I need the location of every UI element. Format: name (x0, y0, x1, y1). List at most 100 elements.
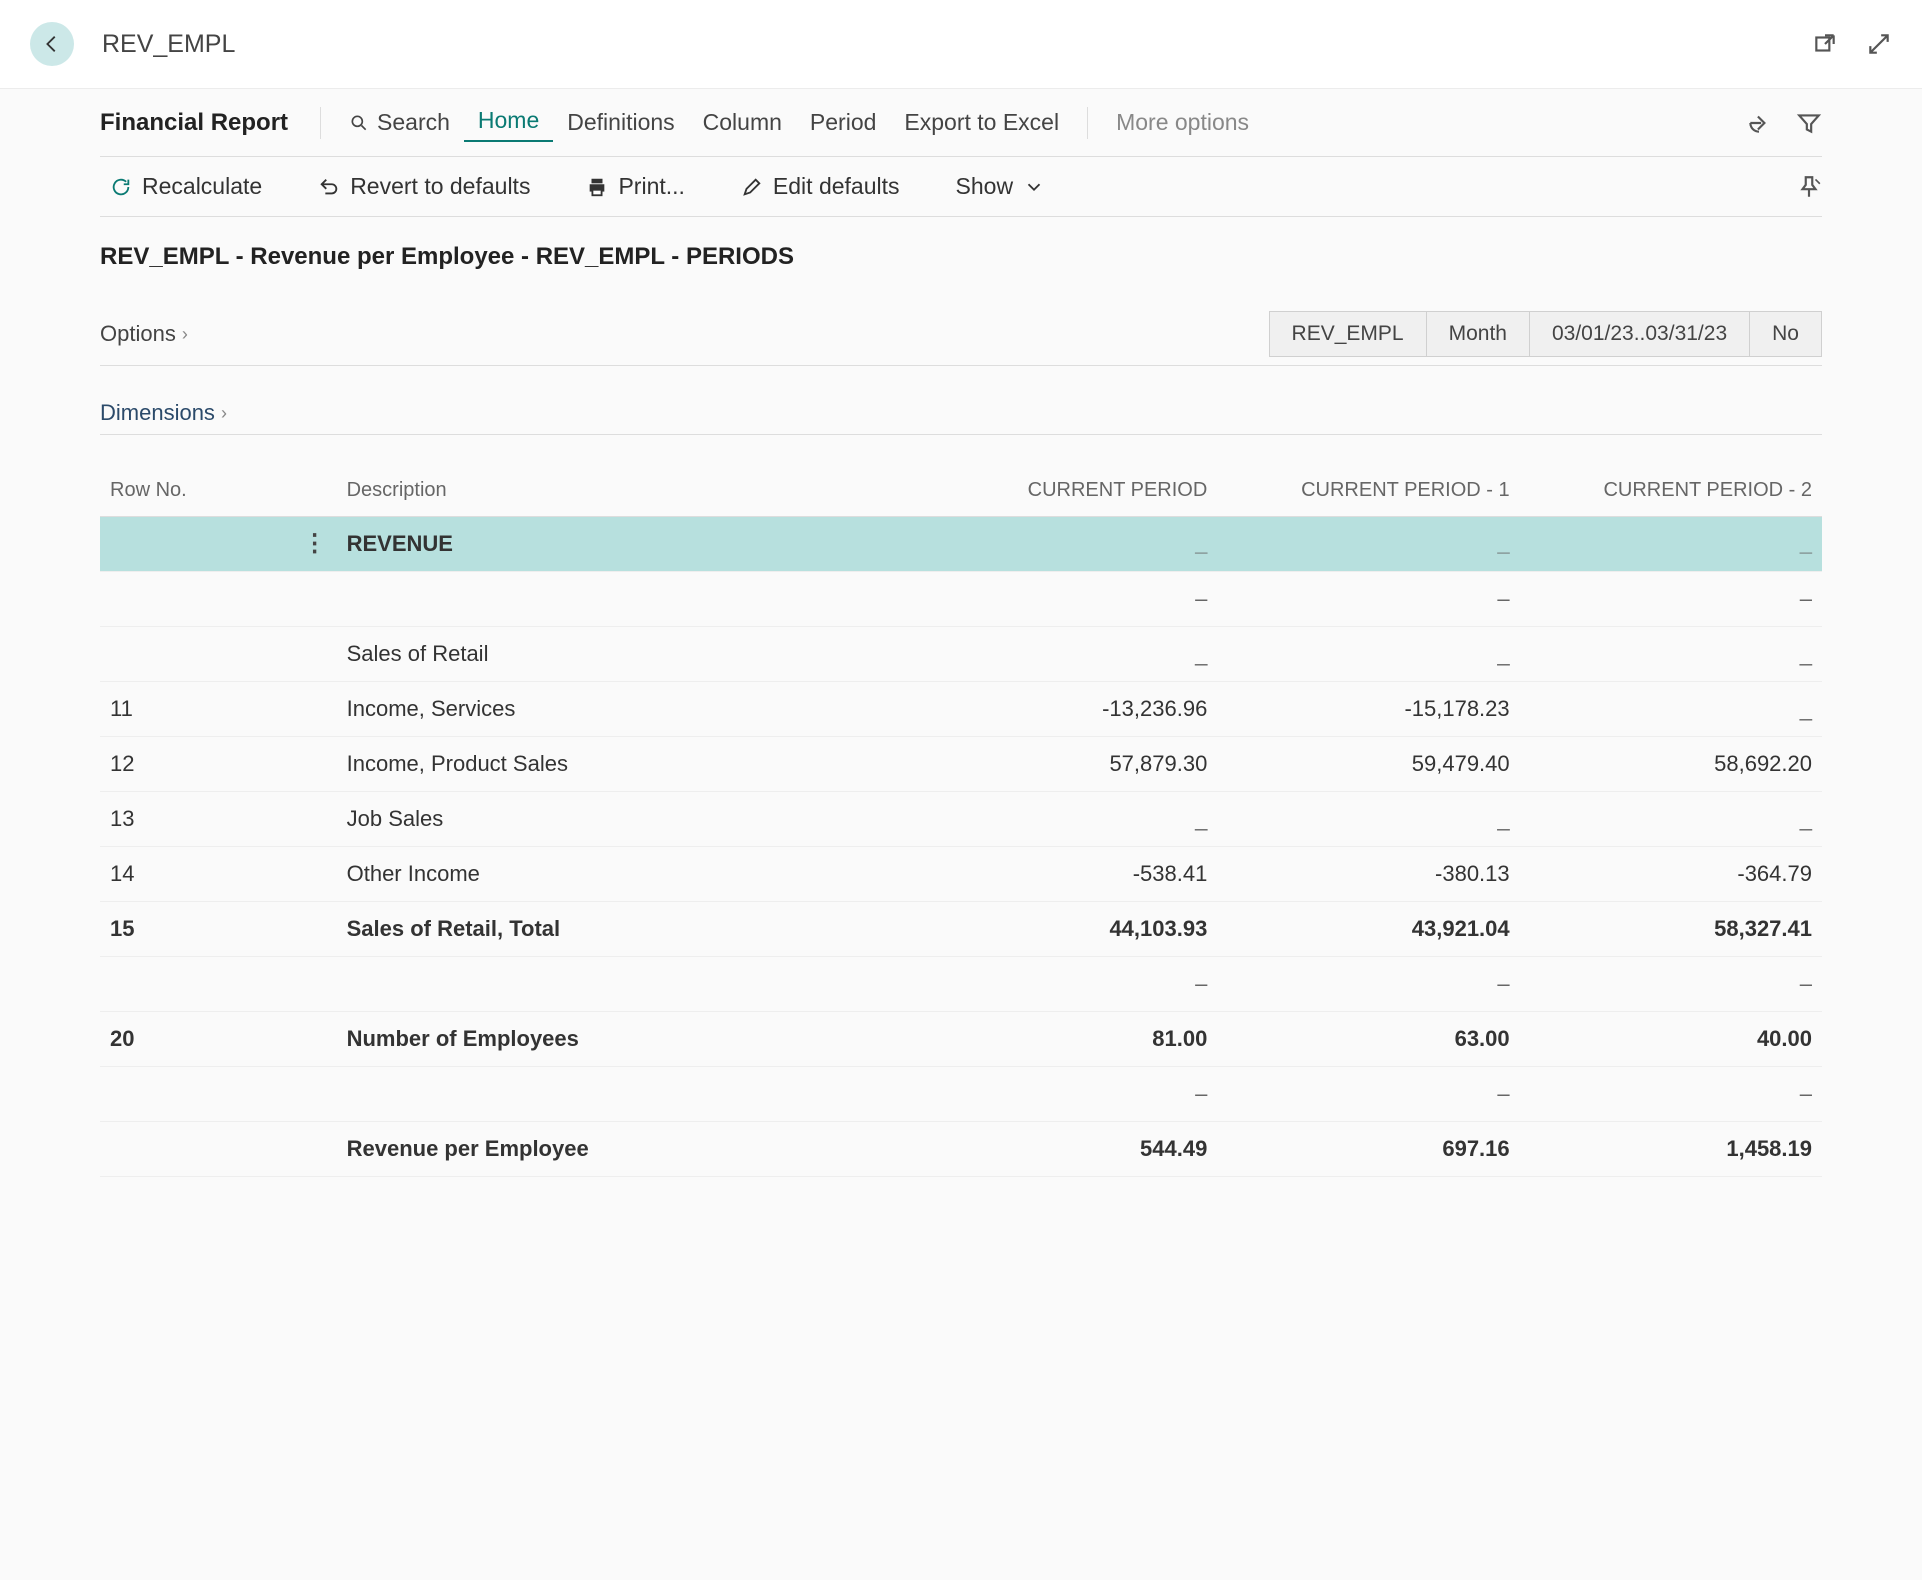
export-excel-action[interactable]: Export to Excel (890, 105, 1073, 140)
command-bar: Financial Report Search Home Definitions… (100, 89, 1822, 157)
cell-cp2: -364.79 (1520, 847, 1822, 902)
cell-cp1: 59,479.40 (1217, 737, 1519, 792)
cell-rowno: 11 (100, 682, 337, 737)
cell-rowno: 15 (100, 902, 337, 957)
row-menu-icon[interactable]: ⋮ (303, 532, 327, 556)
table-row[interactable]: ––– (100, 572, 1822, 627)
arrow-left-icon (41, 33, 63, 55)
cell-cp2: 40.00 (1520, 1012, 1822, 1067)
tab-period[interactable]: Period (796, 105, 890, 140)
cell-cp: -13,236.96 (915, 682, 1217, 737)
table-row[interactable]: 12Income, Product Sales57,879.3059,479.4… (100, 737, 1822, 792)
table-row[interactable]: 15Sales of Retail, Total44,103.9343,921.… (100, 902, 1822, 957)
revert-button[interactable]: Revert to defaults (308, 167, 540, 206)
cell-cp2: – (1520, 957, 1822, 1012)
cell-description: Revenue per Employee (337, 1122, 915, 1177)
chevron-right-icon: › (221, 403, 227, 424)
more-options-action[interactable]: More options (1102, 105, 1263, 140)
pencil-icon (741, 176, 763, 198)
divider (320, 107, 321, 139)
cell-cp: -538.41 (915, 847, 1217, 902)
table-row[interactable]: Revenue per Employee544.49697.161,458.19 (100, 1122, 1822, 1177)
print-icon (586, 176, 608, 198)
report-table: Row No. Description CURRENT PERIOD CURRE… (100, 465, 1822, 1177)
cell-cp1: _ (1217, 627, 1519, 682)
table-row[interactable]: 20Number of Employees81.0063.0040.00 (100, 1012, 1822, 1067)
col-current-2[interactable]: CURRENT PERIOD - 2 (1520, 465, 1822, 517)
cell-cp2: _ (1520, 682, 1822, 737)
col-current-1[interactable]: CURRENT PERIOD - 1 (1217, 465, 1519, 517)
search-label: Search (377, 109, 450, 136)
pill-period-type[interactable]: Month (1427, 311, 1530, 357)
cell-cp1: 63.00 (1217, 1012, 1519, 1067)
tab-column[interactable]: Column (689, 105, 796, 140)
share-icon[interactable] (1746, 110, 1772, 136)
cell-cp2: _ (1520, 517, 1822, 572)
cell-rowno (100, 1067, 337, 1122)
cell-cp1: -380.13 (1217, 847, 1519, 902)
table-row[interactable]: Sales of Retail___ (100, 627, 1822, 682)
cell-description (337, 957, 915, 1012)
options-toggle[interactable]: Options › (100, 321, 188, 347)
cell-cp: 44,103.93 (915, 902, 1217, 957)
cell-cp2: _ (1520, 792, 1822, 847)
filter-pills: REV_EMPL Month 03/01/23..03/31/23 No (1269, 311, 1822, 357)
col-description[interactable]: Description (337, 465, 915, 517)
cell-description: Number of Employees (337, 1012, 915, 1067)
pill-code[interactable]: REV_EMPL (1269, 311, 1427, 357)
cell-cp1: – (1217, 957, 1519, 1012)
cell-cp: _ (915, 792, 1217, 847)
edit-defaults-label: Edit defaults (773, 173, 900, 200)
cell-cp2: 58,692.20 (1520, 737, 1822, 792)
app-header: REV_EMPL (0, 0, 1922, 89)
cell-rowno: 14 (100, 847, 337, 902)
report-label: Financial Report (100, 109, 288, 137)
print-button[interactable]: Print... (576, 167, 694, 206)
table-row[interactable]: 11Income, Services-13,236.96-15,178.23_ (100, 682, 1822, 737)
options-label: Options (100, 321, 176, 347)
cell-cp: – (915, 572, 1217, 627)
pin-icon[interactable] (1796, 174, 1822, 200)
tab-home[interactable]: Home (464, 103, 553, 142)
table-row[interactable]: 13Job Sales___ (100, 792, 1822, 847)
chevron-down-icon (1023, 176, 1045, 198)
recalculate-button[interactable]: Recalculate (100, 167, 272, 206)
cell-cp2: 58,327.41 (1520, 902, 1822, 957)
search-action[interactable]: Search (335, 105, 464, 140)
recalculate-label: Recalculate (142, 173, 262, 200)
pill-no[interactable]: No (1750, 311, 1822, 357)
search-icon (349, 113, 369, 133)
cell-cp: 544.49 (915, 1122, 1217, 1177)
cell-rowno: ⋮ (100, 517, 337, 572)
table-row[interactable]: ⋮REVENUE___ (100, 517, 1822, 572)
cell-cp2: – (1520, 1067, 1822, 1122)
filter-icon[interactable] (1796, 110, 1822, 136)
chevron-right-icon: › (182, 324, 188, 345)
divider (1087, 107, 1088, 139)
cell-cp: – (915, 957, 1217, 1012)
table-row[interactable]: ––– (100, 1067, 1822, 1122)
cell-cp1: _ (1217, 792, 1519, 847)
expand-icon[interactable] (1866, 31, 1892, 57)
popout-icon[interactable] (1812, 31, 1838, 57)
col-current[interactable]: CURRENT PERIOD (915, 465, 1217, 517)
cell-cp: _ (915, 517, 1217, 572)
dimensions-row: Dimensions › (100, 366, 1822, 435)
col-rowno[interactable]: Row No. (100, 465, 337, 517)
table-row[interactable]: 14Other Income-538.41-380.13-364.79 (100, 847, 1822, 902)
cell-rowno (100, 957, 337, 1012)
page-title: REV_EMPL (102, 30, 1812, 59)
pill-date-range[interactable]: 03/01/23..03/31/23 (1530, 311, 1750, 357)
edit-defaults-button[interactable]: Edit defaults (731, 167, 910, 206)
cell-cp2: _ (1520, 627, 1822, 682)
undo-icon (318, 176, 340, 198)
cell-cp: _ (915, 627, 1217, 682)
tab-definitions[interactable]: Definitions (553, 105, 688, 140)
table-row[interactable]: ––– (100, 957, 1822, 1012)
dimensions-toggle[interactable]: Dimensions › (100, 400, 227, 426)
cell-description: Sales of Retail, Total (337, 902, 915, 957)
cell-cp1: 43,921.04 (1217, 902, 1519, 957)
show-dropdown[interactable]: Show (946, 167, 1056, 206)
cell-cp1: _ (1217, 517, 1519, 572)
back-button[interactable] (30, 22, 74, 66)
